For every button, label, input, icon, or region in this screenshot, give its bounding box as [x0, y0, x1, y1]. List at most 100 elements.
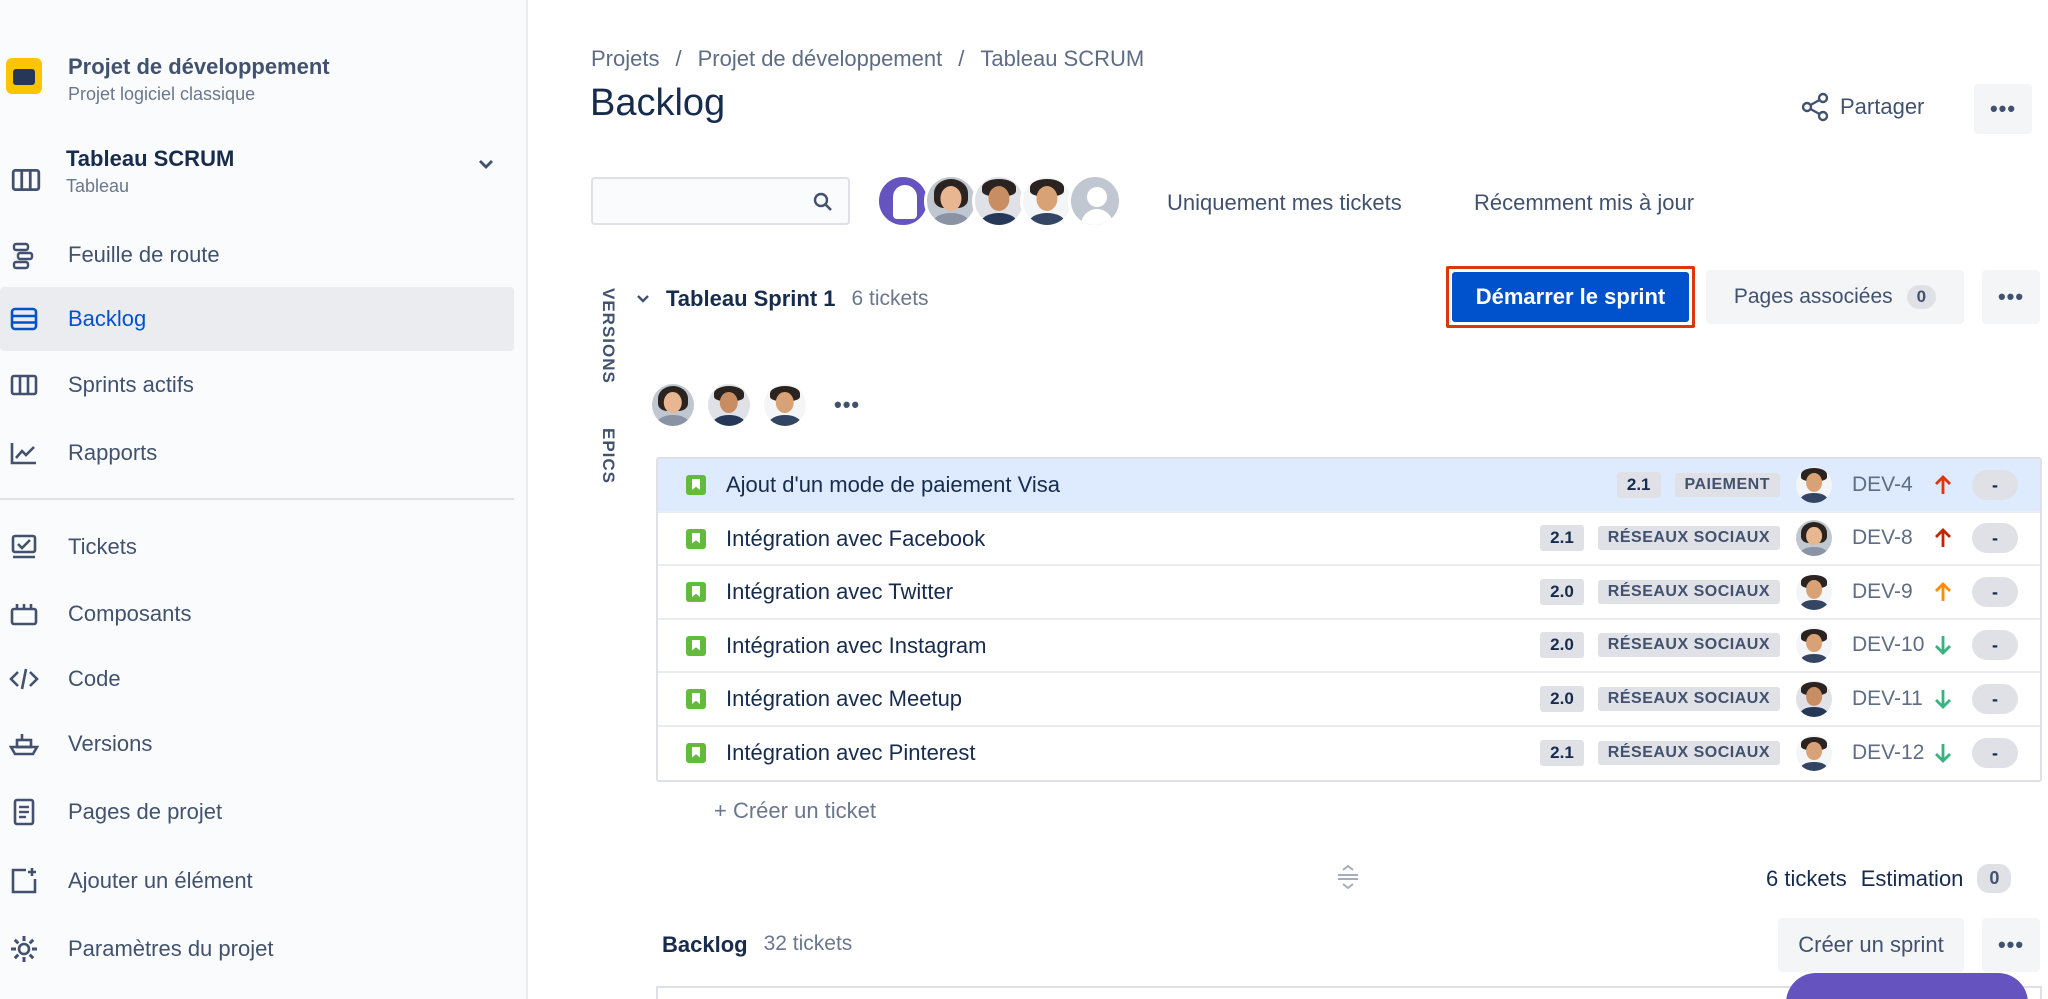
- header-more-button[interactable]: •••: [1974, 84, 2032, 134]
- issue-row[interactable]: Intégration avec Twitter 2.0 RÉSEAUX SOC…: [658, 566, 2040, 620]
- page-icon: [13, 798, 35, 826]
- breadcrumb: Projets / Projet de développement / Tabl…: [591, 46, 1144, 72]
- filter-only-my-issues[interactable]: Uniquement mes tickets: [1167, 190, 1402, 216]
- issue-row[interactable]: Ajout d'un mode de paiement Visa 2.1 PAI…: [658, 459, 2040, 513]
- assignee-filter-avatars: [876, 174, 1122, 228]
- sidebar-item-project-settings[interactable]: Paramètres du projet: [0, 917, 514, 981]
- issue-row[interactable]: Intégration avec Instagram 2.0 RÉSEAUX S…: [658, 619, 2040, 673]
- sidebar-item-code[interactable]: Code: [0, 647, 514, 711]
- estimate-badge[interactable]: -: [1972, 523, 2018, 554]
- roadmap-icon: [12, 242, 34, 270]
- sidebar-item-versions[interactable]: Versions: [0, 712, 514, 776]
- avatar-user-3[interactable]: [708, 384, 750, 426]
- chevron-down-icon[interactable]: [476, 154, 496, 174]
- story-icon: [686, 742, 706, 763]
- sidebar-item-components[interactable]: Composants: [0, 582, 514, 646]
- ship-icon: [8, 734, 40, 756]
- version-badge: 2.0: [1540, 632, 1584, 659]
- avatar-user-3[interactable]: [972, 174, 1026, 228]
- chevron-down-icon[interactable]: [636, 292, 650, 306]
- share-button[interactable]: Partager: [1800, 92, 1924, 122]
- epic-badge[interactable]: RÉSEAUX SOCIAUX: [1597, 633, 1780, 658]
- estimate-badge[interactable]: -: [1972, 630, 2018, 661]
- sidebar-item-label: Feuille de route: [68, 242, 220, 267]
- project-header[interactable]: Projet de développement Projet logiciel …: [0, 50, 520, 110]
- tab-versions[interactable]: VERSIONS: [598, 288, 618, 384]
- priority-high-icon: [1935, 474, 1951, 494]
- create-sprint-button[interactable]: Créer un sprint: [1778, 918, 1964, 972]
- sprint-header[interactable]: Tableau Sprint 1 6 tickets: [636, 286, 929, 312]
- sprint-more-button[interactable]: •••: [1982, 270, 2040, 324]
- story-icon: [686, 475, 706, 495]
- story-icon: [686, 635, 706, 656]
- search-icon: [813, 192, 832, 211]
- assignee-avatar: [1796, 627, 1832, 664]
- search-input[interactable]: [593, 179, 803, 223]
- avatar-user-4[interactable]: [764, 384, 806, 426]
- issue-row[interactable]: Intégration avec Meetup 2.0 RÉSEAUX SOCI…: [658, 673, 2040, 727]
- sidebar-item-reports[interactable]: Rapports: [0, 421, 514, 485]
- sidebar-item-active-sprints[interactable]: Sprints actifs: [0, 353, 514, 417]
- backlog-more-button[interactable]: •••: [1982, 918, 2040, 972]
- sidebar-item-backlog[interactable]: Backlog: [0, 287, 514, 351]
- issue-key[interactable]: DEV-8: [1852, 526, 1926, 550]
- search-box: [591, 177, 850, 225]
- create-ticket-button[interactable]: + Créer un ticket: [714, 798, 876, 824]
- code-icon: [9, 668, 39, 690]
- more-assignees-button[interactable]: •••: [834, 392, 860, 418]
- sidebar-item-label: Paramètres du projet: [68, 936, 274, 961]
- epic-badge[interactable]: RÉSEAUX SOCIAUX: [1597, 741, 1780, 766]
- issue-key[interactable]: DEV-9: [1852, 580, 1926, 604]
- gear-icon: [11, 936, 37, 962]
- start-sprint-button[interactable]: Démarrer le sprint: [1452, 272, 1689, 322]
- epic-badge[interactable]: PAIEMENT: [1674, 472, 1780, 497]
- issue-meta: 2.1 RÉSEAUX SOCIAUX DEV-12 -: [1540, 727, 2018, 781]
- board-type: Tableau: [66, 176, 130, 196]
- issue-meta: 2.1 RÉSEAUX SOCIAUX DEV-8 -: [1540, 513, 2018, 565]
- issue-key[interactable]: DEV-4: [1852, 473, 1926, 497]
- epic-badge[interactable]: RÉSEAUX SOCIAUX: [1597, 579, 1780, 604]
- breadcrumb-projects[interactable]: Projets: [591, 46, 659, 72]
- issue-row[interactable]: Intégration avec Facebook 2.1 RÉSEAUX SO…: [658, 512, 2040, 566]
- issue-summary: Intégration avec Meetup: [726, 686, 963, 711]
- breadcrumb-project[interactable]: Projet de développement: [698, 46, 943, 72]
- components-icon: [10, 604, 38, 626]
- sidebar-item-label: Sprints actifs: [68, 372, 194, 397]
- epic-badge[interactable]: RÉSEAUX SOCIAUX: [1597, 526, 1780, 551]
- chart-line-icon: [10, 443, 36, 465]
- estimate-badge[interactable]: -: [1972, 738, 2018, 769]
- sidebar-item-issues[interactable]: Tickets: [0, 515, 514, 579]
- assignee-avatar: [1796, 466, 1832, 503]
- backlog-header[interactable]: Backlog 32 tickets: [662, 932, 852, 958]
- avatar-user-2[interactable]: [652, 384, 694, 426]
- linked-pages-button[interactable]: Pages associées 0: [1706, 270, 1964, 324]
- estimate-badge[interactable]: -: [1972, 683, 2018, 714]
- project-sidebar: Projet de développement Projet logiciel …: [0, 0, 528, 999]
- avatar-unassigned[interactable]: [1068, 174, 1122, 228]
- issue-row[interactable]: Intégration avec Pinterest 2.1 RÉSEAUX S…: [658, 726, 2040, 781]
- issue-meta: 2.0 RÉSEAUX SOCIAUX DEV-11 -: [1540, 673, 2018, 725]
- tab-epics[interactable]: EPICS: [598, 428, 618, 484]
- sidebar-item-project-pages[interactable]: Pages de projet: [0, 780, 514, 844]
- help-button[interactable]: [1786, 973, 2028, 999]
- issue-key[interactable]: DEV-10: [1852, 633, 1926, 657]
- issue-summary: Ajout d'un mode de paiement Visa: [726, 472, 1061, 497]
- estimate-badge[interactable]: -: [1972, 576, 2018, 607]
- issue-key[interactable]: DEV-12: [1852, 741, 1926, 765]
- avatar-ghost[interactable]: [876, 174, 930, 228]
- filter-recently-updated[interactable]: Récemment mis à jour: [1474, 190, 1694, 216]
- avatar-user-2[interactable]: [924, 174, 978, 228]
- issue-meta: 2.0 RÉSEAUX SOCIAUX DEV-10 -: [1540, 620, 2018, 672]
- story-icon: [686, 582, 706, 602]
- sidebar-item-roadmap[interactable]: Feuille de route: [0, 223, 514, 287]
- sidebar-item-label: Composants: [68, 601, 192, 626]
- avatar-user-4[interactable]: [1020, 174, 1074, 228]
- issue-key[interactable]: DEV-11: [1852, 687, 1926, 711]
- resize-handle-icon[interactable]: [1334, 864, 1362, 890]
- estimate-badge[interactable]: -: [1972, 469, 2018, 500]
- priority-medium-icon: [1935, 581, 1951, 601]
- breadcrumb-board[interactable]: Tableau SCRUM: [980, 46, 1144, 72]
- board-switcher[interactable]: Tableau SCRUM Tableau: [0, 140, 520, 206]
- epic-badge[interactable]: RÉSEAUX SOCIAUX: [1597, 686, 1780, 711]
- sidebar-item-add-item[interactable]: Ajouter un élément: [0, 849, 514, 913]
